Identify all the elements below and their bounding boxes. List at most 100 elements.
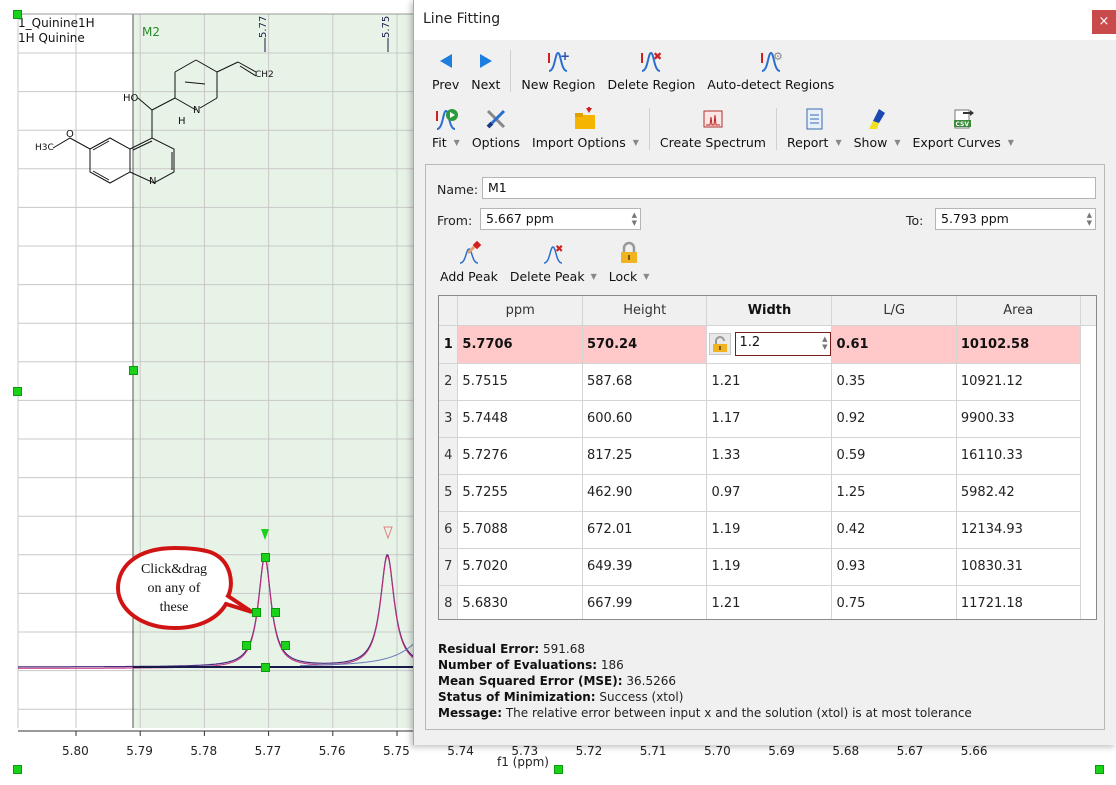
width-spinbox[interactable]: 1.2 ▲ ▼: [735, 332, 832, 356]
cell-height[interactable]: 600.60: [582, 400, 708, 438]
peaks-table[interactable]: ppm Height Width L/G Area 1 5.7706 570.24 1…: [438, 295, 1097, 620]
cell-height[interactable]: 672.01: [582, 511, 708, 549]
resize-handle-bottom-left[interactable]: [13, 765, 22, 774]
chevron-down-icon[interactable]: ▼: [454, 138, 460, 147]
delete-region-button[interactable]: ✖ Delete Region: [601, 49, 701, 98]
cell-ppm[interactable]: 5.7706: [457, 325, 583, 364]
new-region-button[interactable]: + New Region: [515, 49, 601, 98]
cell-height[interactable]: 462.90: [582, 474, 708, 512]
spin-arrows-icon[interactable]: ▲ ▼: [1087, 211, 1092, 227]
table-row[interactable]: 6 5.7088 672.01 1.19 0.42 12134.93: [439, 511, 1096, 549]
delete-peak-button[interactable]: ✖ Delete Peak ▼: [504, 241, 603, 284]
cell-lg[interactable]: 0.75: [831, 585, 957, 619]
peak-width-handle-right[interactable]: [271, 608, 280, 617]
row-number[interactable]: 2: [439, 363, 459, 401]
column-header-ppm[interactable]: ppm: [457, 296, 583, 326]
chevron-down-icon[interactable]: ▼: [633, 138, 639, 147]
resize-handle-bottom[interactable]: [554, 765, 563, 774]
cell-width-editor[interactable]: 1.2 ▲ ▼: [706, 325, 833, 364]
fit-button[interactable]: Fit ▼: [426, 107, 466, 156]
cell-ppm[interactable]: 5.7088: [457, 511, 583, 549]
cell-lg[interactable]: 0.92: [831, 400, 957, 438]
cell-area[interactable]: 10102.58: [956, 325, 1081, 364]
resize-handle-top-left[interactable]: [13, 10, 22, 19]
cell-lg[interactable]: 0.93: [831, 548, 957, 586]
cell-ppm[interactable]: 5.7020: [457, 548, 583, 586]
table-row[interactable]: 4 5.7276 817.25 1.33 0.59 16110.33: [439, 437, 1096, 475]
peak-height-handle[interactable]: [261, 553, 270, 562]
table-row[interactable]: 5 5.7255 462.90 0.97 1.25 5982.42: [439, 474, 1096, 512]
from-spinbox[interactable]: 5.667 ppm ▲ ▼: [480, 208, 641, 230]
peak-shape-handle-left[interactable]: [242, 641, 251, 650]
cell-width[interactable]: 1.19: [706, 548, 833, 586]
to-spinbox[interactable]: 5.793 ppm ▲ ▼: [935, 208, 1096, 230]
column-header-width[interactable]: Width: [706, 296, 833, 326]
resize-handle-left[interactable]: [13, 387, 22, 396]
close-button[interactable]: ×: [1092, 10, 1116, 34]
cell-area[interactable]: 5982.42: [956, 474, 1081, 512]
row-number[interactable]: 1: [439, 325, 459, 364]
cell-height[interactable]: 667.99: [582, 585, 708, 619]
cell-height[interactable]: 817.25: [582, 437, 708, 475]
cell-width[interactable]: 1.21: [706, 585, 833, 619]
dialog-titlebar[interactable]: Line Fitting ×: [414, 0, 1116, 40]
cell-lg[interactable]: 0.42: [831, 511, 957, 549]
cell-width[interactable]: 1.19: [706, 511, 833, 549]
region-boundary-handle[interactable]: [129, 366, 138, 375]
chevron-down-icon[interactable]: ▼: [894, 138, 900, 147]
peak-position-handle[interactable]: [261, 663, 270, 672]
row-number[interactable]: 4: [439, 437, 459, 475]
chevron-down-icon[interactable]: ▼: [591, 272, 597, 281]
peak-shape-handle-right[interactable]: [281, 641, 290, 650]
cell-ppm[interactable]: 5.6830: [457, 585, 583, 619]
resize-handle-bottom-right[interactable]: [1095, 765, 1104, 774]
table-row[interactable]: 7 5.7020 649.39 1.19 0.93 10830.31: [439, 548, 1096, 586]
cell-ppm[interactable]: 5.7448: [457, 400, 583, 438]
export-curves-button[interactable]: CSV Export Curves ▼: [906, 107, 1019, 156]
table-row[interactable]: 1 5.7706 570.24 1.2 ▲ ▼ 0.61 10102.58: [439, 325, 1096, 364]
cell-lg[interactable]: 0.59: [831, 437, 957, 475]
cell-area[interactable]: 10921.12: [956, 363, 1081, 401]
region-label[interactable]: M2: [142, 25, 160, 39]
row-number[interactable]: 5: [439, 474, 459, 512]
corner-header[interactable]: [439, 296, 459, 326]
options-button[interactable]: Options: [466, 107, 526, 156]
spin-arrows-icon[interactable]: ▲ ▼: [632, 211, 637, 227]
cell-ppm[interactable]: 5.7255: [457, 474, 583, 512]
cell-ppm[interactable]: 5.7515: [457, 363, 583, 401]
next-button[interactable]: Next: [465, 49, 506, 98]
cell-width[interactable]: 1.33: [706, 437, 833, 475]
cell-width[interactable]: 0.97: [706, 474, 833, 512]
row-number[interactable]: 8: [439, 585, 459, 619]
cell-lg[interactable]: 0.35: [831, 363, 957, 401]
auto-detect-regions-button[interactable]: ⚙ Auto-detect Regions: [701, 49, 840, 98]
table-row[interactable]: 8 5.6830 667.99 1.21 0.75 11721.18: [439, 585, 1096, 619]
prev-button[interactable]: Prev: [426, 49, 465, 98]
import-options-button[interactable]: Import Options ▼: [526, 107, 645, 156]
lock-button[interactable]: Lock ▼: [603, 241, 656, 284]
row-number[interactable]: 6: [439, 511, 459, 549]
column-header-height[interactable]: Height: [582, 296, 708, 326]
show-button[interactable]: Show ▼: [848, 107, 907, 156]
cell-area[interactable]: 10830.31: [956, 548, 1081, 586]
chevron-down-icon[interactable]: ▼: [643, 272, 649, 281]
cell-ppm[interactable]: 5.7276: [457, 437, 583, 475]
create-spectrum-button[interactable]: Create Spectrum: [654, 107, 772, 156]
row-number[interactable]: 3: [439, 400, 459, 438]
table-row[interactable]: 2 5.7515 587.68 1.21 0.35 10921.12: [439, 363, 1096, 401]
cell-lg[interactable]: 1.25: [831, 474, 957, 512]
cell-width[interactable]: 1.17: [706, 400, 833, 438]
chevron-down-icon[interactable]: ▼: [1008, 138, 1014, 147]
cell-area[interactable]: 12134.93: [956, 511, 1081, 549]
cell-height[interactable]: 587.68: [582, 363, 708, 401]
unlock-icon[interactable]: [709, 333, 732, 355]
cell-width[interactable]: 1.21: [706, 363, 833, 401]
spin-arrows-icon[interactable]: ▲ ▼: [822, 335, 827, 351]
cell-height[interactable]: 649.39: [582, 548, 708, 586]
cell-area[interactable]: 9900.33: [956, 400, 1081, 438]
column-header-area[interactable]: Area: [956, 296, 1081, 326]
peak-width-handle-left[interactable]: [252, 608, 261, 617]
cell-area[interactable]: 11721.18: [956, 585, 1081, 619]
row-number[interactable]: 7: [439, 548, 459, 586]
name-input[interactable]: M1: [482, 177, 1096, 199]
